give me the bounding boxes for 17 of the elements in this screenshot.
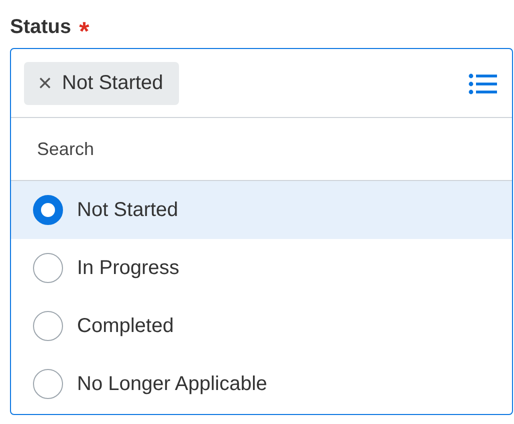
- radio-button[interactable]: [33, 195, 63, 225]
- option-row[interactable]: Not Started: [11, 181, 512, 239]
- required-mark: *: [79, 15, 90, 41]
- field-label: Status: [10, 16, 72, 38]
- option-row[interactable]: No Longer Applicable: [11, 355, 512, 413]
- radio-button[interactable]: [33, 369, 63, 399]
- radio-button[interactable]: [33, 253, 63, 283]
- list-icon[interactable]: [468, 72, 498, 94]
- option-row[interactable]: Completed: [11, 297, 512, 355]
- option-row[interactable]: In Progress: [11, 239, 512, 297]
- option-label: Not Started: [77, 198, 178, 222]
- chip-label: Not Started: [62, 72, 164, 95]
- option-label: Completed: [77, 314, 174, 338]
- option-label: No Longer Applicable: [77, 372, 268, 396]
- remove-button[interactable]: ×: [38, 72, 52, 96]
- option-label: In Progress: [77, 256, 180, 280]
- radio-button[interactable]: [33, 311, 63, 341]
